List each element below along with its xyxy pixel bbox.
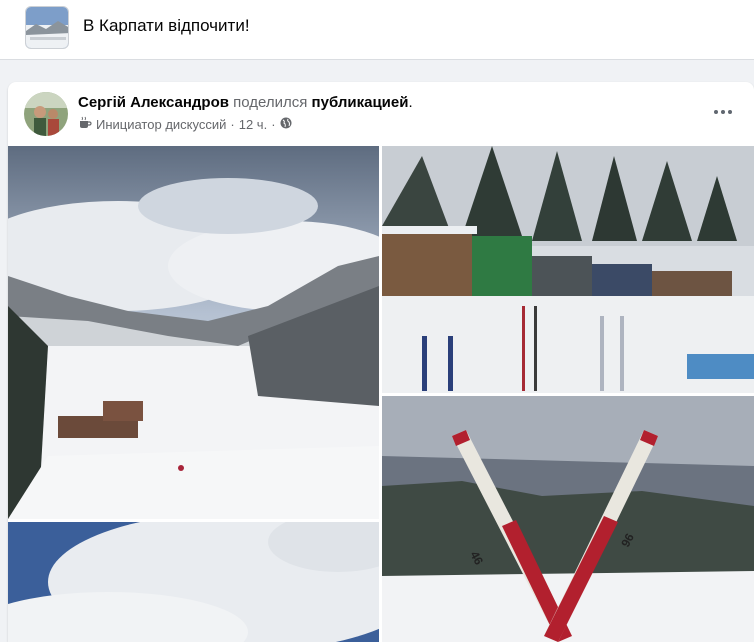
post-time[interactable]: 12 ч. <box>239 117 267 132</box>
photo-crossed-skis[interactable]: 46 96 <box>382 396 754 642</box>
badge-label[interactable]: Инициатор дискуссий <box>96 117 226 132</box>
post-header: Сергій Александров поделился публикацией… <box>78 94 413 111</box>
post-meta: Инициатор дискуссий · 12 ч. · <box>78 116 292 133</box>
group-header: В Карпати відпочити! <box>0 0 754 60</box>
group-title[interactable]: В Карпати відпочити! <box>83 16 250 36</box>
separator: · <box>271 117 276 132</box>
more-options-button[interactable] <box>710 100 736 124</box>
author-name[interactable]: Сергій Александров <box>78 94 229 111</box>
period: . <box>408 94 413 111</box>
photo-clouds[interactable] <box>8 522 379 642</box>
group-cover-image[interactable] <box>25 6 69 49</box>
author-avatar[interactable] <box>24 92 68 136</box>
separator: · <box>230 117 235 132</box>
post-card: Сергій Александров поделился публикацией… <box>8 82 754 642</box>
coffee-cup-icon <box>78 116 92 133</box>
photo-mountain-valley[interactable] <box>8 146 379 519</box>
more-options-icon <box>714 110 718 114</box>
photo-ski-huts[interactable] <box>382 146 754 393</box>
shared-post-link[interactable]: публикацией <box>312 94 409 111</box>
shared-text: поделился <box>233 94 308 111</box>
globe-icon[interactable] <box>280 117 292 132</box>
